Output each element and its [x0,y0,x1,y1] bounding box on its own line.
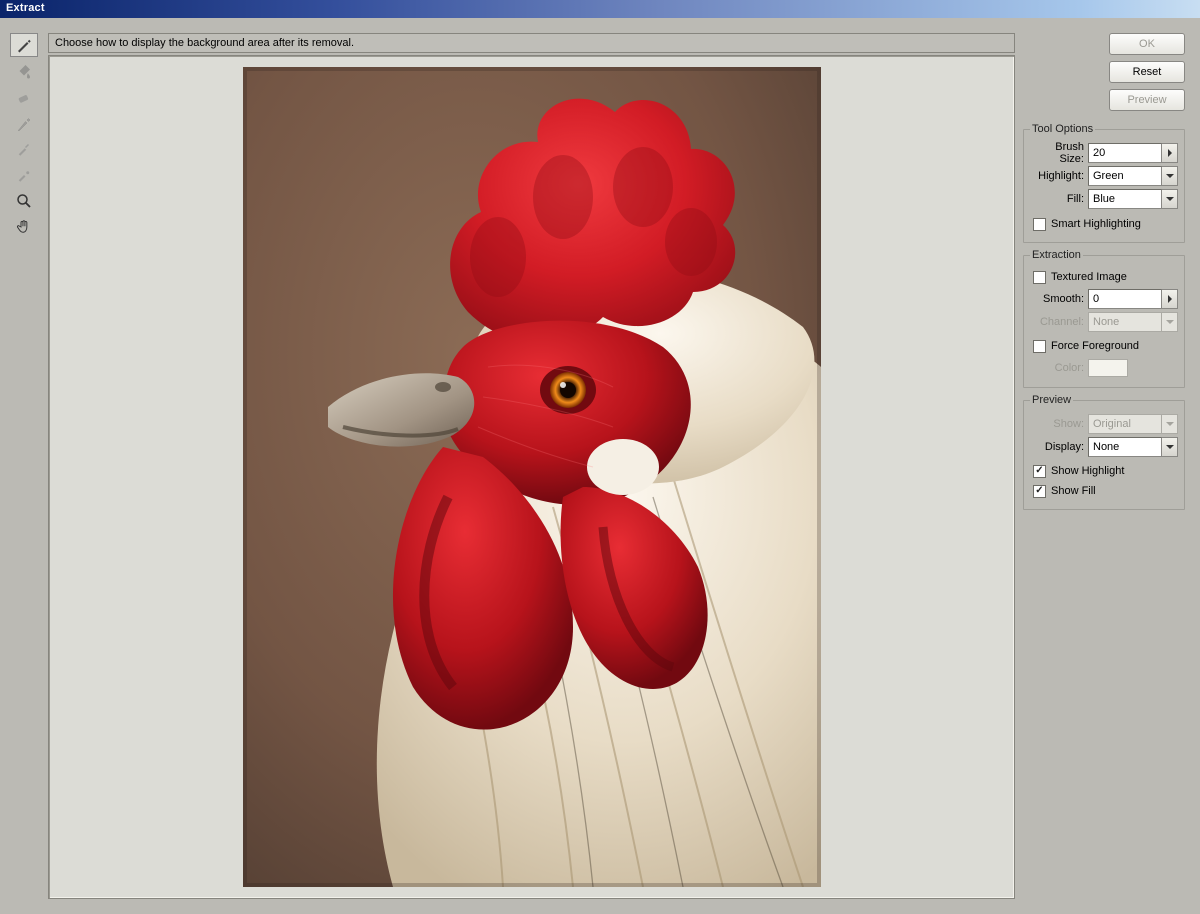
cleanup-tool[interactable] [10,137,38,161]
dialog-body: Choose how to display the background are… [0,18,1200,914]
show-select: Original [1088,414,1162,434]
fill-tool[interactable] [10,59,38,83]
ok-button[interactable]: OK [1109,33,1185,55]
brush-size-input[interactable]: 20 [1088,143,1162,163]
eraser-tool[interactable] [10,85,38,109]
reset-label: Reset [1133,66,1162,78]
hint-bar: Choose how to display the background are… [48,33,1015,53]
textured-image-label: Textured Image [1051,271,1127,283]
document-canvas [243,67,821,887]
show-highlight-checkbox[interactable]: ✓ [1033,465,1046,478]
color-label: Color: [1030,362,1088,374]
preview-group: Preview Show: Original Display: None ✓ S… [1023,394,1185,510]
canvas-viewport[interactable] [48,55,1015,899]
hint-text: Choose how to display the background are… [55,37,354,49]
tool-options-group: Tool Options Brush Size: 20 Highlight: G… [1023,123,1185,243]
edge-touchup-tool[interactable] [10,163,38,187]
display-select[interactable]: None [1088,437,1162,457]
zoom-tool[interactable] [10,189,38,213]
preview-label: Preview [1127,94,1166,106]
center-column: Choose how to display the background are… [48,33,1015,899]
show-fill-label: Show Fill [1051,485,1096,497]
show-dropdown-button [1162,414,1178,434]
show-fill-checkbox[interactable]: ✓ [1033,485,1046,498]
textured-image-checkbox[interactable] [1033,271,1046,284]
edge-highlighter-tool[interactable] [10,33,38,57]
brush-size-label: Brush Size: [1030,141,1088,165]
color-swatch [1088,359,1128,377]
display-label: Display: [1030,441,1088,453]
right-panel: OK Reset Preview Tool Options Brush Size… [1023,33,1185,899]
highlight-dropdown-button[interactable] [1162,166,1178,186]
window-title: Extract [6,2,45,14]
image-preview [243,67,821,887]
highlight-label: Highlight: [1030,170,1088,182]
show-label: Show: [1030,418,1088,430]
tool-options-legend: Tool Options [1030,123,1095,135]
channel-select: None [1088,312,1162,332]
force-foreground-checkbox[interactable] [1033,340,1046,353]
highlight-select[interactable]: Green [1088,166,1162,186]
ok-label: OK [1139,38,1155,50]
smooth-input[interactable]: 0 [1088,289,1162,309]
fill-label: Fill: [1030,193,1088,205]
smooth-spinner[interactable] [1162,289,1178,309]
fill-select[interactable]: Blue [1088,189,1162,209]
preview-legend: Preview [1030,394,1073,406]
channel-dropdown-button [1162,312,1178,332]
smart-highlighting-checkbox[interactable] [1033,218,1046,231]
smart-highlighting-label: Smart Highlighting [1051,218,1141,230]
preview-button[interactable]: Preview [1109,89,1185,111]
force-foreground-label: Force Foreground [1051,340,1139,352]
hand-tool[interactable] [10,215,38,239]
extraction-group: Extraction Textured Image Smooth: 0 Chan… [1023,249,1185,388]
smooth-label: Smooth: [1030,293,1088,305]
channel-label: Channel: [1030,316,1088,328]
extraction-legend: Extraction [1030,249,1083,261]
eyedropper-tool[interactable] [10,111,38,135]
display-dropdown-button[interactable] [1162,437,1178,457]
fill-dropdown-button[interactable] [1162,189,1178,209]
reset-button[interactable]: Reset [1109,61,1185,83]
brush-size-spinner[interactable] [1162,143,1178,163]
show-highlight-label: Show Highlight [1051,465,1124,477]
tool-strip [10,33,40,899]
title-bar: Extract [0,0,1200,18]
